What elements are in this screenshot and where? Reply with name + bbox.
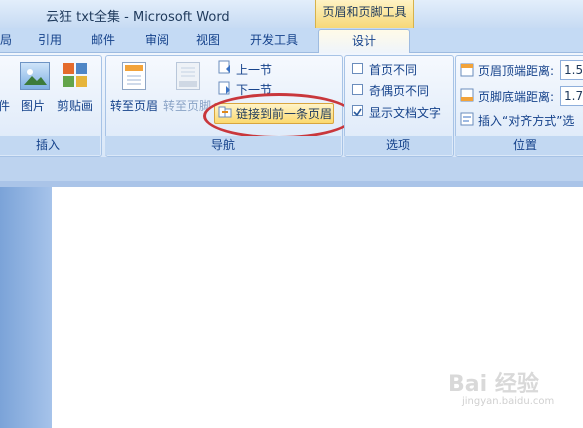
tab-design[interactable]: 设计	[318, 29, 410, 54]
tab-layout[interactable]: 局	[0, 31, 12, 48]
previous-section-icon[interactable]	[218, 60, 232, 74]
navigation-group-label-text: 导航	[210, 138, 235, 152]
next-section-icon-glyph	[218, 81, 230, 95]
footer-bottom-icon-glyph	[460, 88, 474, 102]
window-title: 云狂 txt全集 - Microsoft Word	[46, 10, 230, 25]
options-group-label: 选项	[344, 136, 452, 155]
left-margin-pane	[0, 187, 52, 428]
goto-footer-icon[interactable]	[176, 62, 200, 90]
show-document-text-checkbox[interactable]	[352, 105, 363, 117]
goto-header-icon[interactable]	[122, 62, 146, 90]
header-from-top-label: 页眉顶端距离:	[478, 64, 555, 78]
watermark-brand: Bai 经验	[448, 372, 539, 397]
context-tab-title: 页眉和页脚工具	[315, 0, 414, 28]
next-section-icon[interactable]	[218, 81, 232, 95]
header-from-top-input[interactable]: 1.5	[560, 60, 583, 80]
footer-bottom-icon	[460, 88, 474, 102]
footer-from-bottom-input[interactable]: 1.7	[560, 86, 583, 106]
insert-alignment-tab-icon[interactable]	[460, 112, 474, 126]
different-first-page-label[interactable]: 首页不同	[369, 61, 417, 78]
position-group-label-text: 位置	[512, 138, 537, 152]
red-circle-annotation	[203, 93, 355, 139]
goto-footer-icon-glyph	[179, 67, 197, 87]
picture-icon[interactable]	[20, 62, 50, 90]
insert-group-label: 插入	[0, 136, 100, 155]
insert-group-label-text: 插入	[35, 138, 60, 152]
goto-header-icon-glyph	[125, 65, 143, 85]
options-group-label-text: 选项	[385, 138, 410, 152]
insert-clipart-button[interactable]: 剪贴画	[57, 97, 93, 114]
different-odd-even-label[interactable]: 奇偶页不同	[369, 82, 429, 99]
different-first-page-checkbox[interactable]	[352, 63, 363, 74]
show-document-text-label[interactable]: 显示文档文字	[369, 104, 441, 121]
insert-picture-button[interactable]: 图片	[21, 97, 45, 114]
different-odd-even-checkbox[interactable]	[352, 84, 363, 95]
previous-section-button[interactable]: 上一节	[236, 61, 272, 78]
tab-review[interactable]: 审阅	[145, 31, 169, 48]
header-top-icon	[460, 63, 474, 77]
tab-references[interactable]: 引用	[38, 31, 62, 48]
ruler-band	[0, 157, 583, 181]
picture-icon-glyph	[24, 69, 47, 85]
goto-header-button[interactable]: 转至页眉	[110, 97, 158, 114]
position-group-label: 位置	[455, 136, 583, 155]
clipart-icon-glyph	[63, 63, 87, 87]
footer-from-bottom-label: 页脚底端距离:	[478, 90, 555, 104]
insert-alignment-tab-button[interactable]: 插入“对齐方式”选	[478, 112, 574, 129]
navigation-group-label: 导航	[105, 136, 341, 155]
clipart-icon[interactable]	[62, 62, 88, 88]
insert-item-file[interactable]: 件	[0, 97, 10, 114]
tab-view[interactable]: 视图	[196, 31, 220, 48]
checkmark-icon	[353, 108, 362, 117]
insert-alignment-tab-icon-glyph	[460, 112, 474, 126]
watermark-url: jingyan.baidu.com	[462, 396, 555, 407]
tab-developer[interactable]: 开发工具	[250, 31, 298, 48]
header-top-icon-glyph	[460, 63, 474, 77]
tab-mailings[interactable]: 邮件	[91, 31, 115, 48]
previous-section-icon-glyph	[218, 60, 230, 74]
